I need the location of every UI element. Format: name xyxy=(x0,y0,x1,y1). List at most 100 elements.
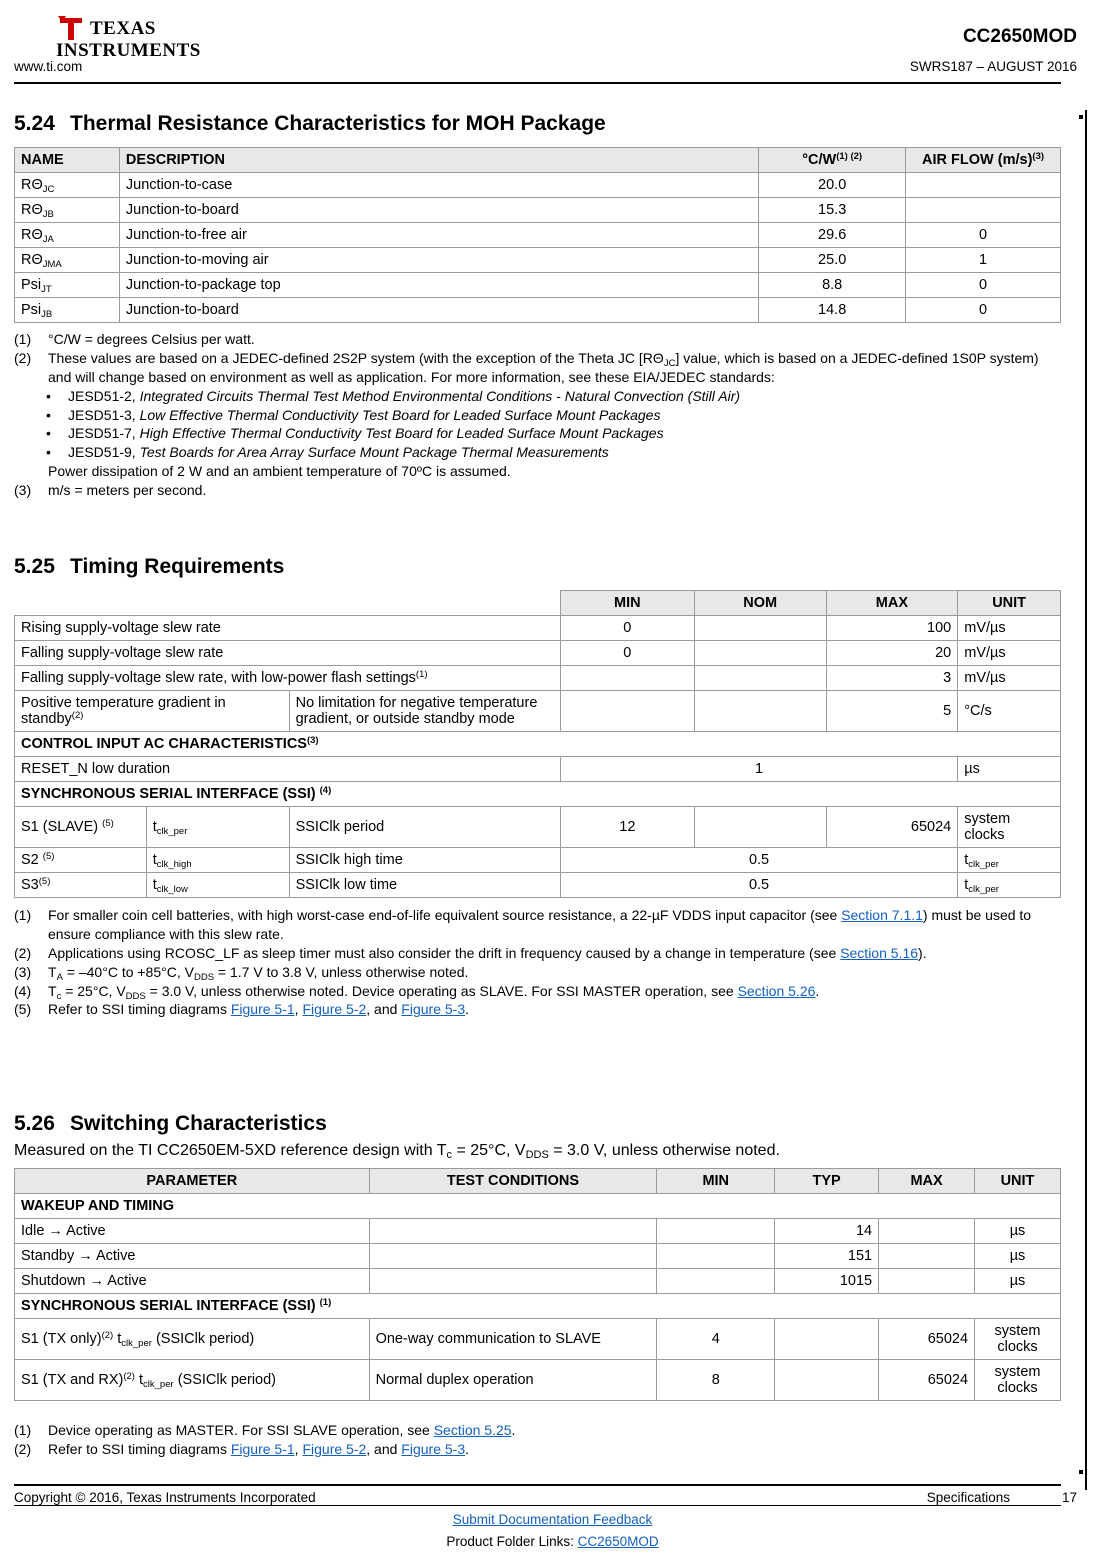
cell-parameter: Standby → Active xyxy=(14,1243,370,1269)
col-test-conditions: TEST CONDITIONS xyxy=(368,1168,658,1194)
section-5-26: 5.26 Switching Characteristics Measured o… xyxy=(14,1112,1061,1459)
power-dissipation-note: Power dissipation of 2 W and an ambient … xyxy=(48,463,511,480)
cell-condition: SSIClk low time xyxy=(288,872,561,898)
footnote-number: (2) xyxy=(14,349,32,366)
group-label: CONTROL INPUT AC CHARACTERISTICS(3) xyxy=(14,731,1061,757)
cell-unit: tclk_per xyxy=(957,847,1061,873)
cell-cw: 20.0 xyxy=(758,172,907,198)
footnote: (2) Applications using RCOSC_LF as sleep… xyxy=(14,944,1061,963)
table-row: PsiJT Junction-to-package top 8.8 0 xyxy=(14,272,1061,298)
footer-section-name: Specifications xyxy=(926,1490,1010,1505)
ti-logo-icon xyxy=(58,16,82,40)
cell-max: 3 xyxy=(825,665,959,691)
table-row: S3(5) tclk_low SSIClk low time 0.5 tclk_… xyxy=(14,872,1061,898)
bullet-icon: • xyxy=(46,425,51,442)
footnote-number: (2) xyxy=(14,1440,32,1457)
cell-unit: mV/µs xyxy=(957,615,1061,641)
copyright-text: Copyright © 2016, Texas Instruments Inco… xyxy=(14,1490,316,1505)
link-figure-5-2[interactable]: Figure 5-2 xyxy=(302,1001,366,1017)
group-header-wakeup: WAKEUP AND TIMING xyxy=(14,1193,1061,1219)
col-description: DESCRIPTION xyxy=(118,147,760,173)
table-header-row: MIN NOM MAX UNIT xyxy=(15,590,1061,616)
table-row: RΘJA Junction-to-free air 29.6 0 xyxy=(14,222,1061,248)
cell-max: 100 xyxy=(825,615,959,641)
cell-typ: 14 xyxy=(774,1218,880,1244)
cell-condition: SSIClk period xyxy=(288,806,561,848)
product-folder-link[interactable]: CC2650MOD xyxy=(578,1534,659,1549)
cell-typ: 151 xyxy=(774,1243,880,1269)
footnote: (3) m/s = meters per second. xyxy=(14,481,1061,500)
cell-min: 12 xyxy=(559,806,695,848)
link-figure-5-2[interactable]: Figure 5-2 xyxy=(302,1441,366,1457)
bullet-icon: • xyxy=(46,406,51,423)
cell-nom xyxy=(693,806,827,848)
cell-typ xyxy=(774,1359,880,1401)
cell-air xyxy=(905,197,1061,223)
link-figure-5-1[interactable]: Figure 5-1 xyxy=(231,1441,295,1457)
table-row: Falling supply-voltage slew rate, with l… xyxy=(14,665,1061,691)
cell-unit: system clocks xyxy=(974,1359,1061,1401)
cell-max: 5 xyxy=(825,690,959,732)
cell-nom xyxy=(693,640,827,666)
cell-condition: No limitation for negative temperature g… xyxy=(288,690,561,732)
table-row: Idle → Active 14 µs xyxy=(14,1218,1061,1244)
table-row: Falling supply-voltage slew rate 0 20 mV… xyxy=(14,640,1061,666)
section-5-26-heading: 5.26 Switching Characteristics xyxy=(14,1112,1061,1136)
cell-min xyxy=(559,690,695,732)
col-typ: TYP xyxy=(774,1168,880,1194)
footnote: (1) °C/W = degrees Celsius per watt. xyxy=(14,330,1061,349)
footnote-text: °C/W = degrees Celsius per watt. xyxy=(48,331,255,347)
crop-mark-top xyxy=(1079,115,1083,119)
header-divider xyxy=(14,82,1061,84)
table-row: S1 (SLAVE) (5) tclk_per SSIClk period 12… xyxy=(14,806,1061,848)
product-folder-row: Product Folder Links: CC2650MOD xyxy=(0,1534,1105,1549)
cell-desc: Junction-to-board xyxy=(118,197,760,223)
cell-air: 1 xyxy=(905,247,1061,273)
datasheet-page: TEXAS INSTRUMENTS CC2650MOD www.ti.com S… xyxy=(0,0,1105,1563)
table-row: Shutdown → Active 1015 µs xyxy=(14,1268,1061,1294)
cell-min: 8 xyxy=(656,1359,776,1401)
page-number: 17 xyxy=(1061,1490,1077,1505)
cell-unit: system clocks xyxy=(974,1318,1061,1360)
cell-unit: mV/µs xyxy=(957,665,1061,691)
section-5-25-footnotes: (1) For smaller coin cell batteries, wit… xyxy=(14,906,1061,1019)
cell-param: tclk_per xyxy=(145,806,290,848)
footnote: (4) Tc = 25°C, VDDS = 3.0 V, unless othe… xyxy=(14,982,1061,1002)
section-5-26-footnotes: (1) Device operating as MASTER. For SSI … xyxy=(14,1421,1061,1459)
group-label: SYNCHRONOUS SERIAL INTERFACE (SSI) (4) xyxy=(14,781,1061,807)
footnote-text: For smaller coin cell batteries, with hi… xyxy=(48,907,1032,942)
link-section-5-26[interactable]: Section 5.26 xyxy=(738,983,816,999)
link-figure-5-1[interactable]: Figure 5-1 xyxy=(231,1001,295,1017)
cell-name: RΘJC xyxy=(14,172,120,198)
cell-name: S1 (SLAVE) (5) xyxy=(14,806,147,848)
cell-condition: SSIClk high time xyxy=(288,847,561,873)
submit-documentation-feedback-link[interactable]: Submit Documentation Feedback xyxy=(453,1512,653,1527)
table-row: S1 (TX only)(2) tclk_per (SSIClk period)… xyxy=(14,1318,1061,1360)
link-section-7-1-1[interactable]: Section 7.1.1 xyxy=(841,907,923,923)
col-min: MIN xyxy=(656,1168,776,1194)
footnote: (3) TA = –40°C to +85°C, VDDS = 1.7 V to… xyxy=(14,963,1061,983)
table-row: S1 (TX and RX)(2) tclk_per (SSIClk perio… xyxy=(14,1359,1061,1401)
cell-min: 0 xyxy=(559,640,695,666)
col-unit: UNIT xyxy=(974,1168,1061,1194)
link-figure-5-3[interactable]: Figure 5-3 xyxy=(401,1001,465,1017)
cell-name: RΘJB xyxy=(14,197,120,223)
link-section-5-16[interactable]: Section 5.16 xyxy=(840,945,918,961)
cell-condition xyxy=(368,1243,658,1269)
cell-desc: Junction-to-board xyxy=(118,297,760,323)
cell-desc: Junction-to-moving air xyxy=(118,247,760,273)
footnote-text: Tc = 25°C, VDDS = 3.0 V, unless otherwis… xyxy=(48,982,820,1002)
cell-nom xyxy=(693,665,827,691)
cell-cw: 14.8 xyxy=(758,297,907,323)
table-row: Rising supply-voltage slew rate 0 100 mV… xyxy=(14,615,1061,641)
cell-typ: 1015 xyxy=(774,1268,880,1294)
cell-desc: Junction-to-package top xyxy=(118,272,760,298)
footnote-number: (3) xyxy=(14,963,32,980)
cell-condition xyxy=(368,1218,658,1244)
footnote-extra: Power dissipation of 2 W and an ambient … xyxy=(14,462,1061,481)
link-figure-5-3[interactable]: Figure 5-3 xyxy=(401,1441,465,1457)
footnote-text: Refer to SSI timing diagrams Figure 5-1,… xyxy=(48,1440,469,1457)
table-header-row: PARAMETER TEST CONDITIONS MIN TYP MAX UN… xyxy=(14,1168,1061,1194)
cell-condition xyxy=(368,1268,658,1294)
link-section-5-25[interactable]: Section 5.25 xyxy=(434,1422,512,1438)
